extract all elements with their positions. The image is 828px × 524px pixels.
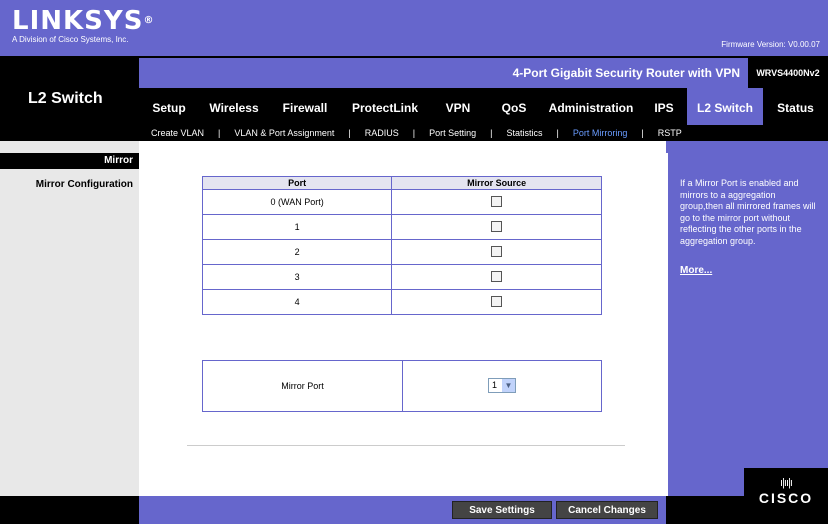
tab-protectlink[interactable]: ProtectLink <box>341 88 429 125</box>
table-row: 0 (WAN Port) <box>201 189 602 215</box>
cisco-logo: ı|ıı|ı CISCO <box>744 468 828 524</box>
more-link[interactable]: More... <box>680 265 712 276</box>
sidebar-item-mirror-configuration: Mirror Configuration <box>35 179 133 190</box>
header: LINKSYS® A Division of Cisco Systems, In… <box>0 0 828 56</box>
tab-setup[interactable]: Setup <box>139 88 199 125</box>
mirror-port-label: Mirror Port <box>203 361 403 411</box>
divider <box>187 445 625 446</box>
help-text: If a Mirror Port is enabled and mirrors … <box>680 178 816 246</box>
mirror-source-checkbox[interactable] <box>491 295 503 307</box>
sidebar: Mirror Mirror Configuration <box>0 141 139 524</box>
tab-ips[interactable]: IPS <box>641 88 687 125</box>
main-content: Port Mirror Source 0 (WAN Port) 1 2 3 4 … <box>139 141 666 496</box>
cisco-name: CISCO <box>758 490 814 506</box>
footer: Save Settings Cancel Changes <box>139 496 666 524</box>
mirror-source-checkbox[interactable] <box>491 270 503 282</box>
tab-l2-switch[interactable]: L2 Switch <box>687 88 763 125</box>
subtab-port-setting[interactable]: Port Setting <box>429 128 476 138</box>
section-title: L2 Switch <box>28 90 103 107</box>
tab-status[interactable]: Status <box>763 88 828 125</box>
table-row: 4 <box>201 289 602 315</box>
save-settings-button[interactable]: Save Settings <box>452 501 552 519</box>
table-row: 2 <box>201 239 602 265</box>
mirror-source-table: Port Mirror Source 0 (WAN Port) 1 2 3 4 <box>201 176 602 315</box>
chevron-down-icon: ▼ <box>502 379 515 392</box>
subtab-port-mirroring[interactable]: Port Mirroring <box>573 128 628 138</box>
product-name: 4-Port Gigabit Security Router with VPN <box>512 66 740 80</box>
mirror-port-select[interactable]: 1 ▼ <box>488 378 516 393</box>
model-name: WRVS4400Nv2 <box>748 58 828 88</box>
port-cell: 2 <box>201 239 393 265</box>
sidebar-heading: Mirror <box>0 153 139 169</box>
tab-vpn[interactable]: VPN <box>429 88 487 125</box>
tab-qos[interactable]: QoS <box>487 88 541 125</box>
brand-tagline: A Division of Cisco Systems, Inc. <box>12 35 129 44</box>
column-header-port: Port <box>201 176 393 190</box>
mirror-source-checkbox[interactable] <box>491 220 503 232</box>
main-tabs: Setup Wireless Firewall ProtectLink VPN … <box>139 88 828 125</box>
subtab-radius[interactable]: RADIUS <box>365 128 399 138</box>
linksys-logo: LINKSYS® A Division of Cisco Systems, In… <box>12 6 155 44</box>
subtab-vlan-port-assignment[interactable]: VLAN & Port Assignment <box>234 128 334 138</box>
mirror-source-checkbox[interactable] <box>491 195 503 207</box>
subtab-rstp[interactable]: RSTP <box>658 128 682 138</box>
tab-firewall[interactable]: Firewall <box>269 88 341 125</box>
mirror-port-value: 1 <box>492 380 498 390</box>
subtabs: Create VLAN | VLAN & Port Assignment | RAD… <box>139 125 828 141</box>
help-panel: If a Mirror Port is enabled and mirrors … <box>666 153 828 496</box>
tab-wireless[interactable]: Wireless <box>199 88 269 125</box>
product-bar: 4-Port Gigabit Security Router with VPN … <box>139 58 828 88</box>
port-cell: 0 (WAN Port) <box>201 189 393 215</box>
mirror-port-box: Mirror Port 1 ▼ <box>202 360 602 412</box>
table-row: 1 <box>201 214 602 240</box>
firmware-version: Firmware Version: V0.00.07 <box>721 40 820 49</box>
port-cell: 1 <box>201 214 393 240</box>
cancel-changes-button[interactable]: Cancel Changes <box>556 501 658 519</box>
port-cell: 4 <box>201 289 393 315</box>
section-block: L2 Switch <box>0 58 139 141</box>
subtab-create-vlan[interactable]: Create VLAN <box>151 128 204 138</box>
column-header-mirror-source: Mirror Source <box>391 176 602 190</box>
tab-administration[interactable]: Administration <box>541 88 641 125</box>
table-row: 3 <box>201 264 602 290</box>
divider <box>666 153 668 496</box>
subtab-statistics[interactable]: Statistics <box>507 128 543 138</box>
brand-name: LINKSYS <box>12 6 144 36</box>
cisco-bars-icon: ı|ıı|ı <box>780 477 793 489</box>
table-header-row: Port Mirror Source <box>201 176 602 190</box>
mirror-source-checkbox[interactable] <box>491 245 503 257</box>
help-panel-top <box>666 141 828 153</box>
port-cell: 3 <box>201 264 393 290</box>
footer-left <box>0 496 139 524</box>
